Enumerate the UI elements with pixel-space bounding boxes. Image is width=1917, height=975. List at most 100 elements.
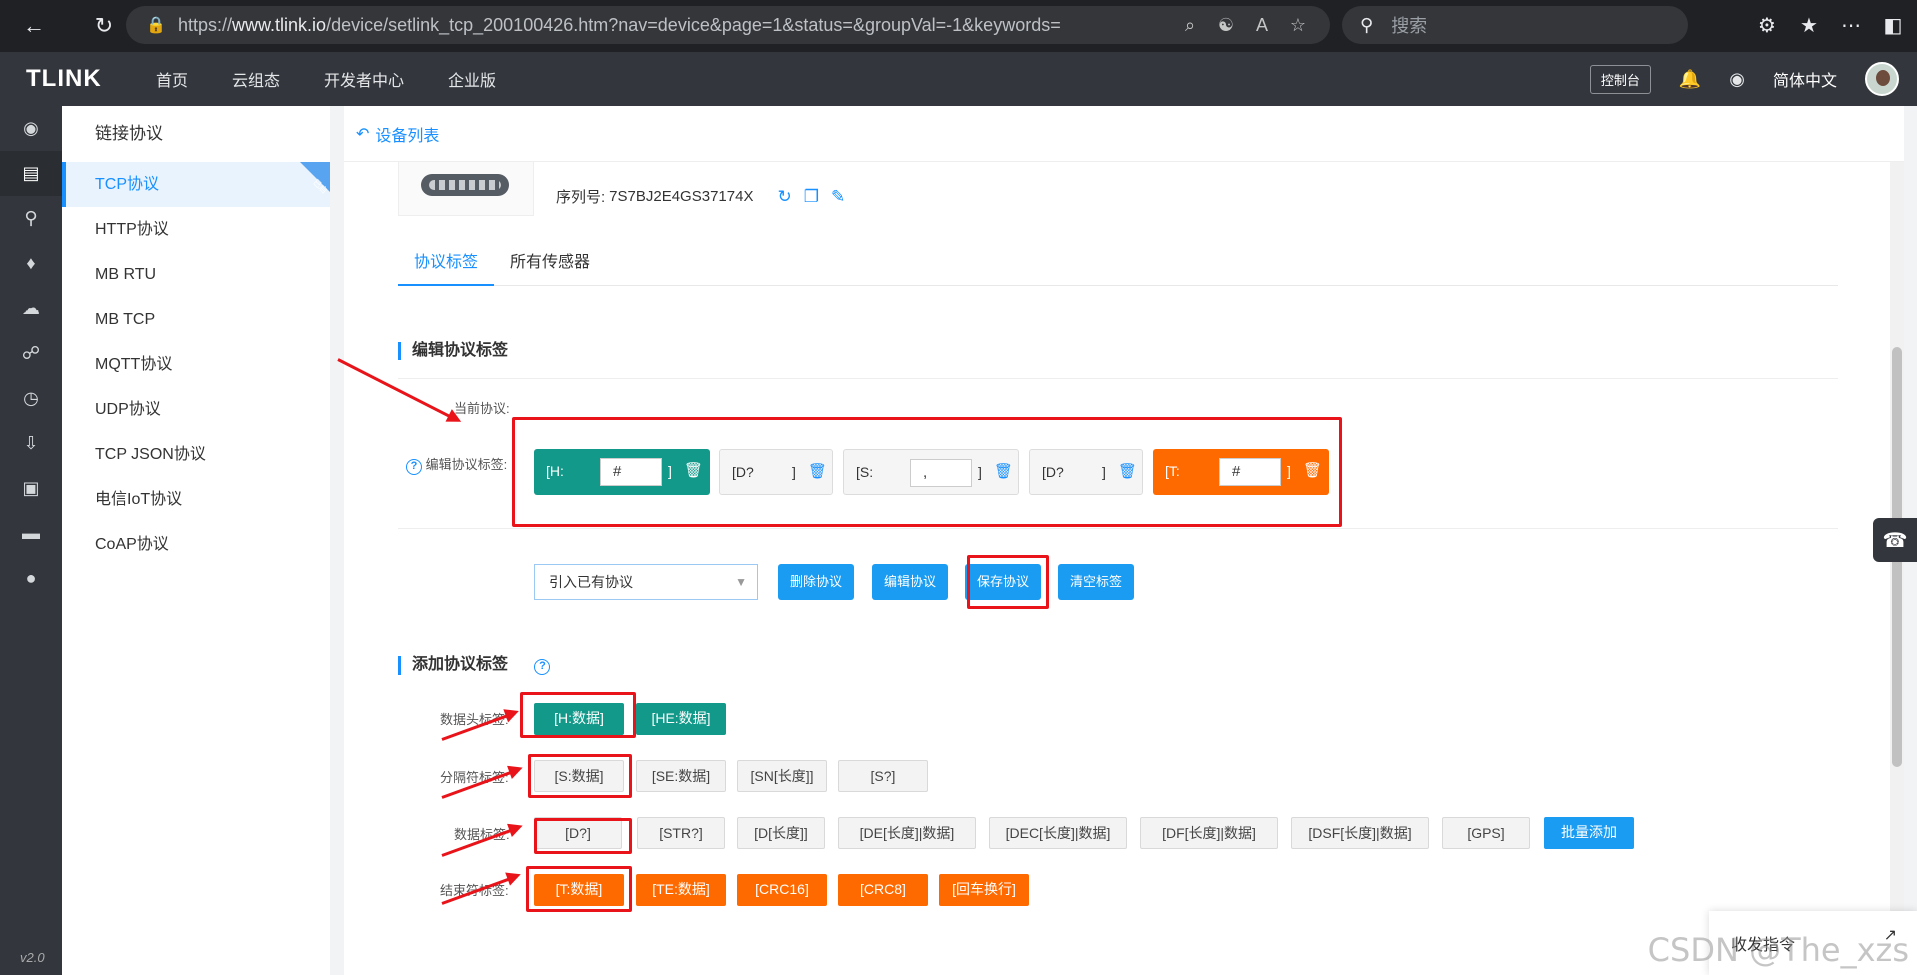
lock-icon: 🔒 (146, 17, 166, 34)
sidebar-item-mb-tcp[interactable]: MB TCP (62, 297, 330, 342)
annotation-box (534, 818, 632, 854)
serial-value: 7S7BJ2E4GS37174X (609, 188, 754, 205)
chip-string[interactable]: [STR?] (637, 817, 725, 849)
header-actions: 控制台 🔔 ◉ 简体中文 (1589, 52, 1899, 106)
annotation-box (520, 692, 636, 738)
chip-sep-length[interactable]: [SN[长度]] (737, 760, 827, 792)
console-button[interactable]: 控制台 (1589, 64, 1651, 94)
sidebar-item-udp[interactable]: UDP协议 (62, 387, 330, 432)
dashboard-icon[interactable]: ◉ (0, 106, 62, 151)
share-icon[interactable]: ☍ (0, 331, 62, 376)
chip-term-end-data[interactable]: [TE:数据] (636, 874, 726, 906)
chip-de-length[interactable]: [DE[长度]|数据] (838, 817, 976, 849)
language-switch[interactable]: 简体中文 (1773, 67, 1837, 91)
card-icon[interactable]: ▬ (0, 511, 62, 556)
nav-scada[interactable]: 云组态 (232, 67, 280, 91)
chip-dec-length[interactable]: [DEC[长度]|数据] (989, 817, 1127, 849)
sidebar-item-mb-rtu[interactable]: MB RTU (62, 252, 330, 297)
chip-dsf-length[interactable]: [DSF[长度]|数据] (1291, 817, 1429, 849)
chip-gps[interactable]: [GPS] (1442, 817, 1530, 849)
chip-crlf[interactable]: [回车换行] (939, 874, 1029, 906)
sidebar-item-coap[interactable]: CoAP协议 (62, 522, 330, 567)
nav-developer[interactable]: 开发者中心 (324, 67, 404, 91)
location-icon[interactable]: ⚲ (0, 196, 62, 241)
extension-icon[interactable]: ☯ (1208, 15, 1244, 36)
chip-crc8[interactable]: [CRC8] (838, 874, 928, 906)
chip-sep-any[interactable]: [S?] (838, 760, 928, 792)
browser-toolbar: ← ↻ 🔒 https://www.tlink.io/device/setlin… (0, 0, 1917, 52)
sidebar-item-tcp[interactable]: TCP协议 已启 (62, 162, 330, 207)
nav-enterprise[interactable]: 企业版 (448, 67, 496, 91)
alarm-icon[interactable]: ♦ (0, 241, 62, 286)
annotation-box (967, 555, 1049, 609)
edit-tags-label: ? 编辑协议标签: (406, 454, 507, 475)
watermark: CSDN @The_xzs (1647, 931, 1909, 969)
chip-df-length[interactable]: [DF[长度]|数据] (1140, 817, 1278, 849)
copy-icon[interactable]: ❐ (804, 187, 819, 207)
clear-tags-button[interactable]: 清空标签 (1058, 564, 1134, 600)
read-aloud-icon[interactable]: A (1244, 15, 1280, 36)
top-nav: 首页 云组态 开发者中心 企业版 (156, 67, 540, 91)
version-label: v2.0 (20, 950, 45, 965)
annotation-arrow (337, 358, 459, 422)
extensions-icon[interactable]: ⚙ (1753, 13, 1781, 38)
download-icon[interactable]: ⇩ (0, 421, 62, 466)
breadcrumb-device-list[interactable]: 设备列表 (375, 122, 439, 146)
refresh-icon[interactable]: ↻ (777, 187, 791, 207)
collections-icon[interactable]: ★ (1795, 13, 1823, 38)
sidebar-item-mqtt[interactable]: MQTT协议 (62, 342, 330, 387)
bell-icon[interactable]: 🔔 (1679, 69, 1701, 90)
protocol-sidebar: 链接协议 TCP协议 已启 HTTP协议 MB RTU MB TCP MQTT协… (62, 106, 330, 975)
chip-header-end-data[interactable]: [HE:数据] (636, 703, 726, 735)
divider (398, 378, 1838, 379)
sidebar-toggle-icon[interactable]: ◧ (1879, 13, 1907, 38)
url-text[interactable]: https://www.tlink.io/device/setlink_tcp_… (170, 15, 1172, 36)
back-icon[interactable]: ← (14, 6, 54, 46)
cloud-icon[interactable]: ☁ (0, 286, 62, 331)
sidebar-item-http[interactable]: HTTP协议 (62, 207, 330, 252)
browser-actions: ⚙ ★ ⋯ ◧ (1753, 6, 1907, 44)
icon-rail: ◉ ▤ ⚲ ♦ ☁ ☍ ◷ ⇩ ▣ ▬ ● v2.0 (0, 106, 62, 975)
chip-data-length[interactable]: [D[长度]] (737, 817, 825, 849)
divider (398, 528, 1838, 529)
edit-icon[interactable]: ✎ (831, 187, 845, 207)
help-icon[interactable]: ? (406, 459, 422, 475)
annotation-box (512, 417, 1342, 527)
user-icon[interactable]: ● (0, 556, 62, 601)
breadcrumb[interactable]: ↶ 设备列表 (344, 106, 1904, 162)
back-arrow-icon: ↶ (356, 125, 370, 143)
headset-icon[interactable]: ☎ (1873, 518, 1917, 562)
nav-home[interactable]: 首页 (156, 67, 188, 91)
main-content: ↶ 设备列表 序列号: 7S7BJ2E4GS37174X ↻ ❐ ✎ 协议标签 … (337, 106, 1904, 975)
avatar[interactable] (1865, 62, 1899, 96)
app-header: TLINK 首页 云组态 开发者中心 企业版 控制台 🔔 ◉ 简体中文 (0, 52, 1917, 106)
scrollbar[interactable] (1890, 162, 1904, 975)
serial-label: 序列号: (556, 189, 606, 206)
batch-add-button[interactable]: 批量添加 (1544, 817, 1634, 849)
palette-icon[interactable]: ◉ (1729, 69, 1745, 90)
edit-protocol-button[interactable]: 编辑协议 (872, 564, 948, 600)
conveyor-icon (421, 174, 509, 196)
sidebar-item-telecom-iot[interactable]: 电信IoT协议 (62, 477, 330, 522)
logo[interactable]: TLINK (26, 65, 156, 93)
sidebar-title: 链接协议 (95, 124, 163, 143)
chip-sep-end-data[interactable]: [SE:数据] (636, 760, 726, 792)
tab-all-sensors[interactable]: 所有传感器 (494, 244, 606, 286)
delete-protocol-button[interactable]: 删除协议 (778, 564, 854, 600)
history-icon[interactable]: ◷ (0, 376, 62, 421)
reload-icon[interactable]: ↻ (84, 6, 124, 46)
favorite-icon[interactable]: ☆ (1280, 15, 1316, 36)
more-icon[interactable]: ⋯ (1837, 13, 1865, 38)
monitor-icon[interactable]: ▣ (0, 466, 62, 511)
zoom-icon[interactable]: ⌕ (1172, 15, 1208, 36)
sidebar-item-tcp-json[interactable]: TCP JSON协议 (62, 432, 330, 477)
chip-crc16[interactable]: [CRC16] (737, 874, 827, 906)
annotation-box (526, 866, 632, 912)
import-protocol-select[interactable]: 引入已有协议 ▼ (534, 564, 758, 600)
browser-search[interactable]: ⚲ 搜索 (1342, 6, 1688, 44)
help-icon[interactable]: ? (534, 659, 551, 675)
address-bar[interactable]: 🔒 https://www.tlink.io/device/setlink_tc… (126, 6, 1330, 44)
chevron-down-icon: ▼ (735, 575, 747, 589)
device-icon[interactable]: ▤ (0, 151, 62, 196)
tab-protocol-tags[interactable]: 协议标签 (398, 244, 495, 286)
